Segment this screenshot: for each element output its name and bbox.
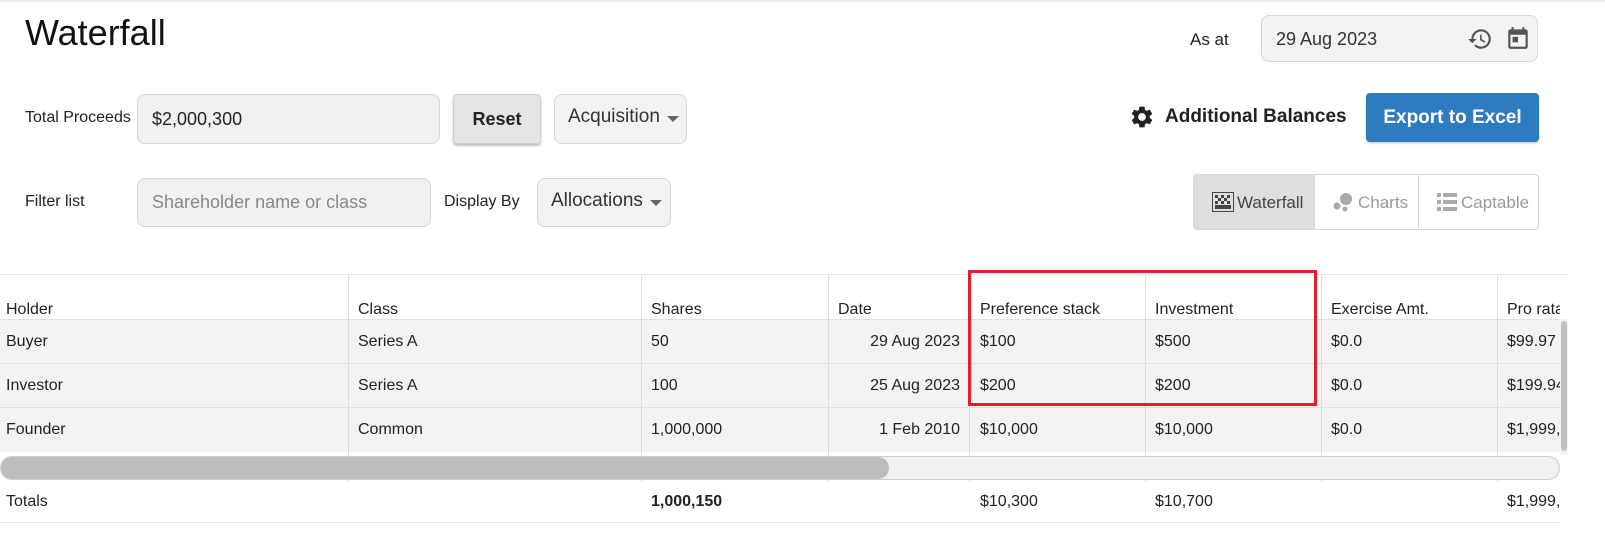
exercise-amt-cell: $0.0 xyxy=(1331,333,1363,350)
view-captable-label: Captable xyxy=(1461,193,1530,212)
export-to-excel-button[interactable]: Export to Excel xyxy=(1366,93,1539,142)
totals-investment: $10,700 xyxy=(1155,493,1213,510)
horizontal-scrollbar[interactable] xyxy=(0,456,1560,480)
total-proceeds-label: Total Proceeds xyxy=(25,109,131,126)
view-waterfall-label: Waterfall xyxy=(1237,193,1304,212)
table-row[interactable]: Buyer Series A 50 29 Aug 2023 $100 $500 … xyxy=(0,319,1560,364)
date-cell: 25 Aug 2023 xyxy=(870,377,960,394)
totals-pro-rata: $1,999,7 xyxy=(1507,493,1560,510)
filter-list-label: Filter list xyxy=(25,193,85,210)
view-charts-button[interactable]: Charts xyxy=(1314,175,1418,229)
calendar-icon[interactable] xyxy=(1505,25,1531,51)
totals-row: Totals 1,000,150 $10,300 $10,700 $1,999,… xyxy=(0,482,1560,523)
total-proceeds-input[interactable] xyxy=(137,94,440,144)
pro-rata-cell: $199.94 xyxy=(1507,377,1560,394)
table-row[interactable]: Founder Common 1,000,000 1 Feb 2010 $10,… xyxy=(0,407,1560,452)
table-row[interactable]: Investor Series A 100 25 Aug 2023 $200 $… xyxy=(0,363,1560,408)
date-cell: 29 Aug 2023 xyxy=(870,333,960,350)
investment-cell: $10,000 xyxy=(1155,421,1213,438)
vertical-scrollbar[interactable] xyxy=(1560,319,1568,455)
page-title: Waterfall xyxy=(25,12,166,53)
class-cell: Series A xyxy=(358,333,418,350)
totals-preference-stack: $10,300 xyxy=(980,493,1038,510)
class-cell: Common xyxy=(358,421,423,438)
view-captable-button[interactable]: Captable xyxy=(1418,175,1538,229)
waterfall-icon xyxy=(1212,192,1234,212)
as-at-label: As at xyxy=(1190,30,1229,49)
column-header-class[interactable]: Class xyxy=(358,275,638,320)
chevron-down-icon xyxy=(667,116,679,122)
scenario-select[interactable]: Acquisition xyxy=(554,94,687,144)
vertical-scrollbar-thumb[interactable] xyxy=(1561,321,1567,451)
as-at-date-value: 29 Aug 2023 xyxy=(1276,29,1378,49)
horizontal-scrollbar-thumb[interactable] xyxy=(1,457,889,479)
shares-cell: 100 xyxy=(651,377,678,394)
pro-rata-cell: $99.97 xyxy=(1507,333,1556,350)
column-header-shares[interactable]: Shares xyxy=(651,275,826,320)
class-cell: Series A xyxy=(358,377,418,394)
holder-cell: Buyer xyxy=(6,333,48,350)
holder-cell: Investor xyxy=(6,377,63,394)
view-waterfall-button[interactable]: Waterfall xyxy=(1194,175,1314,229)
totals-shares: 1,000,150 xyxy=(651,493,723,510)
display-by-select[interactable]: Allocations xyxy=(537,178,671,227)
scenario-select-value: Acquisition xyxy=(568,106,660,127)
chevron-down-icon xyxy=(650,200,662,206)
display-by-value: Allocations xyxy=(551,190,643,211)
view-charts-label: Charts xyxy=(1358,193,1409,212)
highlight-annotation-box xyxy=(968,270,1317,406)
column-header-pro-rata[interactable]: Pro rata xyxy=(1507,275,1560,320)
view-toggle-group: Waterfall Charts Captable xyxy=(1193,174,1539,230)
display-by-label: Display By xyxy=(444,193,520,210)
shares-cell: 1,000,000 xyxy=(651,421,723,438)
exercise-amt-cell: $0.0 xyxy=(1331,421,1363,438)
shares-cell: 50 xyxy=(651,333,669,350)
totals-label: Totals xyxy=(6,493,48,510)
date-cell: 1 Feb 2010 xyxy=(879,421,960,438)
additional-balances-label: Additional Balances xyxy=(1165,106,1347,127)
column-header-date[interactable]: Date xyxy=(838,275,968,320)
holder-cell: Founder xyxy=(6,421,66,438)
column-header-exercise-amt[interactable]: Exercise Amt. xyxy=(1331,275,1501,320)
column-header-holder[interactable]: Holder xyxy=(6,275,346,320)
reset-button[interactable]: Reset xyxy=(453,94,541,144)
table-header-row: Holder Class Shares Date Preference stac… xyxy=(0,274,1568,320)
exercise-amt-cell: $0.0 xyxy=(1331,377,1363,394)
as-at-date-field[interactable]: 29 Aug 2023 xyxy=(1261,15,1538,62)
preference-stack-cell: $10,000 xyxy=(980,421,1038,438)
pro-rata-cell: $1,999,7 xyxy=(1507,421,1560,438)
bubble-chart-icon xyxy=(1333,193,1352,212)
top-divider xyxy=(0,0,1605,3)
history-icon[interactable] xyxy=(1467,26,1493,52)
list-icon xyxy=(1437,193,1457,211)
gear-icon xyxy=(1131,106,1153,128)
filter-input[interactable] xyxy=(137,178,431,227)
